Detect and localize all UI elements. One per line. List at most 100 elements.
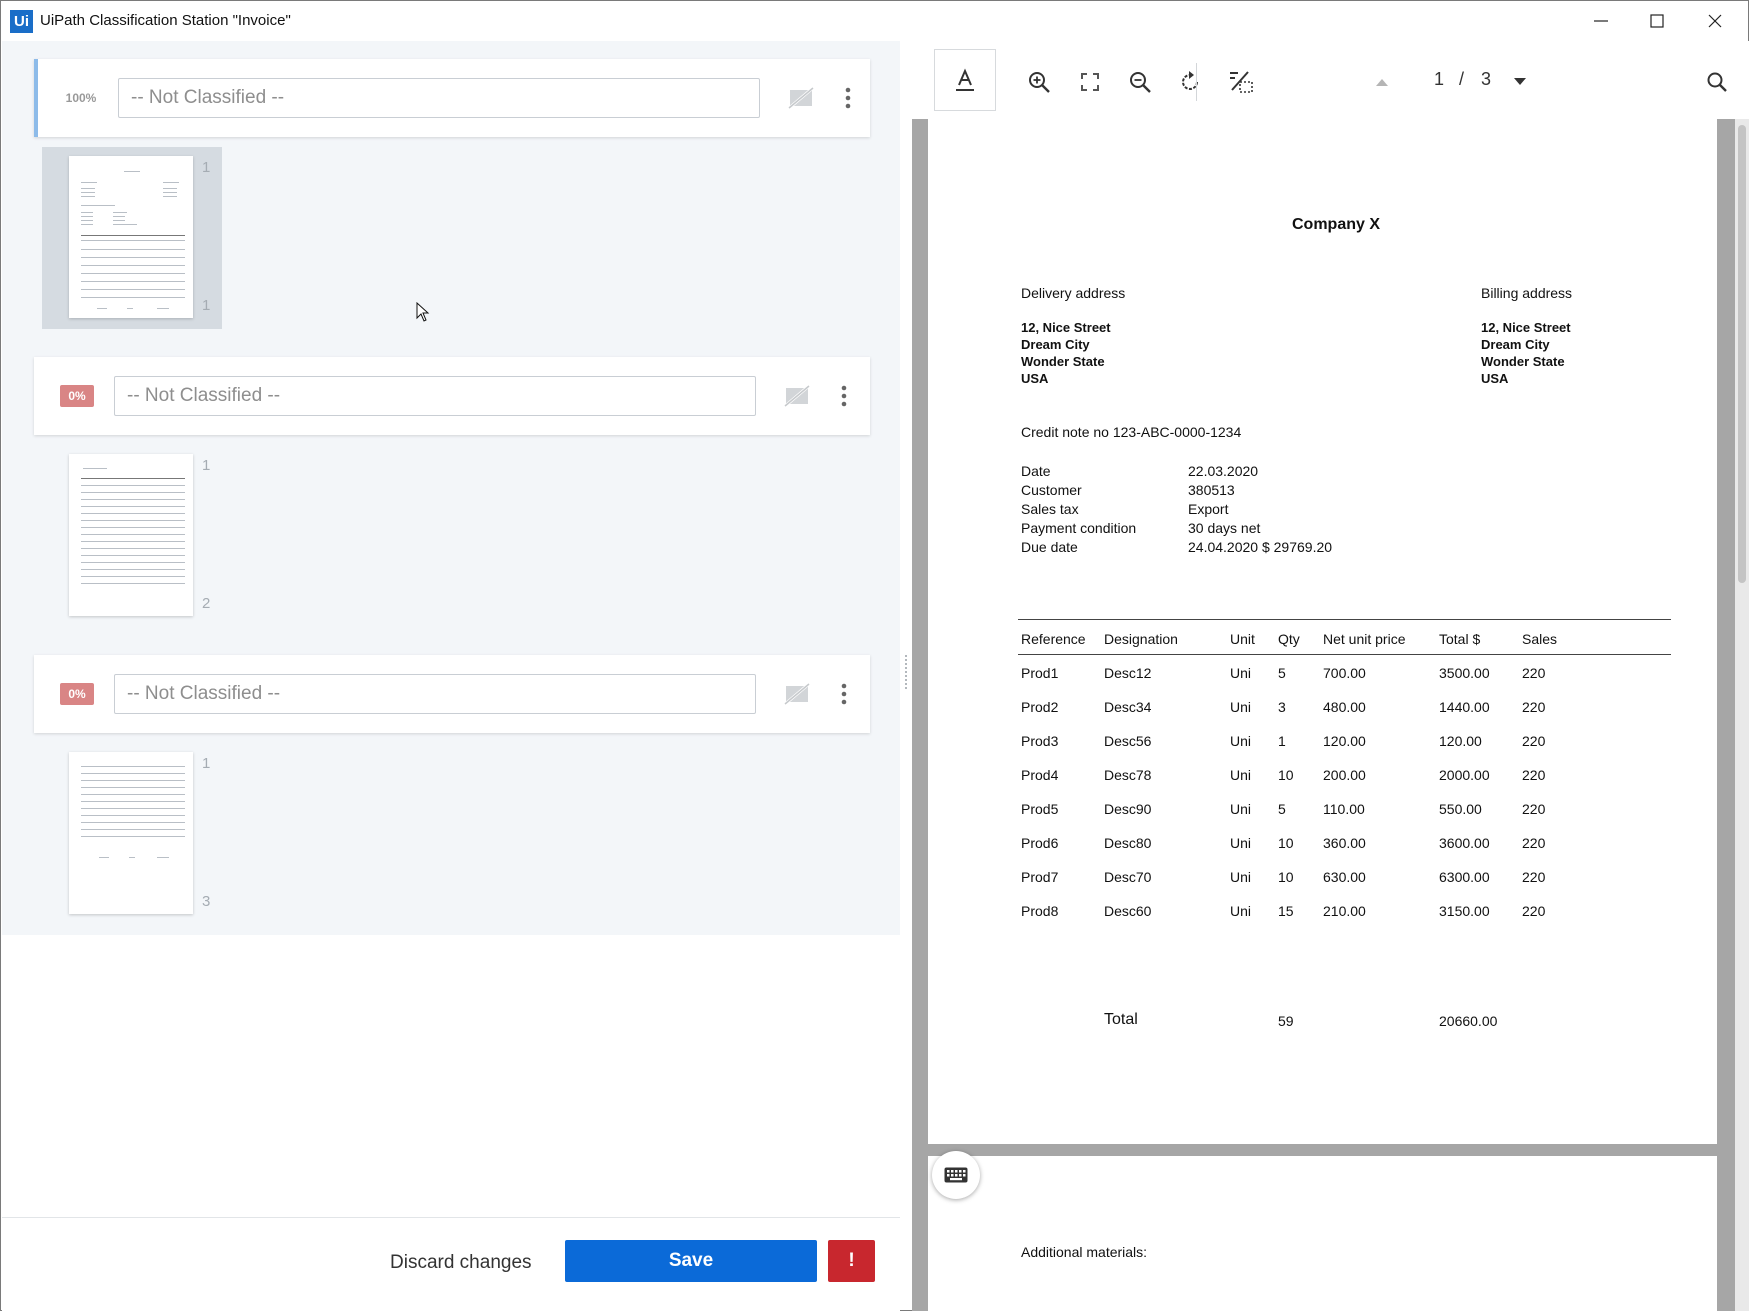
minimize-icon [1594, 20, 1608, 22]
table-rule [1018, 619, 1671, 620]
current-page[interactable]: 1 [1434, 69, 1444, 90]
table-cell: 210.00 [1323, 903, 1366, 919]
next-page-button[interactable] [1500, 62, 1540, 102]
detail-label: Date [1021, 463, 1051, 479]
action-footer: Discard changes Save ! [2, 1217, 900, 1311]
table-cell: Uni [1230, 733, 1252, 749]
scrollbar-thumb[interactable] [1738, 125, 1746, 583]
company-name: Company X [1292, 216, 1381, 233]
region-select-icon [1230, 71, 1253, 93]
close-button[interactable] [1692, 7, 1738, 35]
more-options-button[interactable] [838, 84, 858, 112]
table-cell: 220 [1522, 665, 1546, 681]
table-header: Net unit price [1323, 631, 1406, 647]
total-label: Total [1104, 1011, 1138, 1028]
table-cell: Prod4 [1021, 767, 1059, 783]
zoom-in-button[interactable] [1019, 62, 1059, 102]
table-header: Sales [1522, 631, 1558, 647]
close-icon [1708, 14, 1722, 28]
table-cell: Uni [1230, 869, 1252, 885]
table-cell: 15 [1278, 903, 1294, 919]
page-thumbnail-container[interactable]: 1 2 [42, 445, 222, 627]
table-header: Designation [1104, 631, 1178, 647]
viewer-toolbar: 1 / 3 [912, 41, 1749, 119]
table-cell: 110.00 [1323, 801, 1365, 817]
table-cell: Uni [1230, 903, 1252, 919]
fit-page-button[interactable] [1070, 62, 1110, 102]
more-options-button[interactable] [834, 382, 854, 410]
delivery-address-line: 12, Nice Street [1021, 320, 1111, 335]
table-cell: Desc34 [1104, 699, 1152, 715]
maximize-button[interactable] [1634, 7, 1680, 35]
additional-materials-text: Additional materials: [1021, 1244, 1148, 1260]
discard-changes-button[interactable]: Discard changes [390, 1252, 532, 1274]
more-options-button[interactable] [834, 680, 854, 708]
page-number: 3 [202, 893, 211, 910]
table-cell: 220 [1522, 699, 1546, 715]
table-cell: 220 [1522, 869, 1546, 885]
table-cell: 10 [1278, 869, 1294, 885]
classification-panel: 100% -- Not Classified -- 1 1 0% -- Not … [2, 41, 900, 1311]
table-cell: 3500.00 [1439, 665, 1490, 681]
confidence-badge: 0% [60, 385, 94, 407]
page-index: 1 [202, 159, 211, 176]
pane-splitter[interactable] [903, 653, 909, 697]
detail-label: Due date [1021, 539, 1078, 555]
minimize-button[interactable] [1578, 7, 1624, 35]
page-thumbnail[interactable] [69, 752, 193, 914]
detail-value: 30 days net [1188, 520, 1261, 536]
rotate-button[interactable] [1170, 62, 1210, 102]
table-header: Total $ [1439, 631, 1481, 647]
document-group: 0% -- Not Classified -- [2, 339, 900, 637]
document-page: Additional materials: [928, 1156, 1717, 1311]
table-cell: Desc70 [1104, 869, 1152, 885]
table-cell: 3 [1278, 699, 1286, 715]
region-select-button[interactable] [1221, 62, 1261, 102]
total-quantity: 59 [1278, 1013, 1294, 1029]
document-type-select[interactable]: -- Not Classified -- [114, 376, 756, 416]
keyboard-shortcuts-button[interactable] [932, 1151, 980, 1199]
more-vert-icon [841, 385, 847, 407]
window-title: UiPath Classification Station "Invoice" [40, 12, 291, 29]
maximize-icon [1650, 14, 1664, 28]
billing-address-line: USA [1481, 371, 1509, 386]
page-separator: / [1459, 69, 1465, 89]
table-cell: 3150.00 [1439, 903, 1490, 919]
table-cell: Desc60 [1104, 903, 1152, 919]
table-cell: Prod3 [1021, 733, 1059, 749]
table-cell: 2000.00 [1439, 767, 1490, 783]
previous-page-button[interactable] [1362, 62, 1402, 102]
billing-address-label: Billing address [1481, 285, 1573, 301]
text-select-tool[interactable] [934, 49, 996, 111]
exclude-button[interactable] [786, 85, 816, 111]
title-bar[interactable]: Ui UiPath Classification Station "Invoic… [1, 1, 1748, 41]
classification-station-window: Ui UiPath Classification Station "Invoic… [0, 0, 1749, 1311]
exclude-button[interactable] [782, 681, 812, 707]
table-cell: Prod5 [1021, 801, 1059, 817]
zoom-out-button[interactable] [1120, 62, 1160, 102]
document-type-select[interactable]: -- Not Classified -- [118, 78, 760, 118]
table-cell: Desc12 [1104, 665, 1152, 681]
table-cell: Desc80 [1104, 835, 1152, 851]
table-cell: Prod8 [1021, 903, 1059, 919]
page-thumbnail-container[interactable]: 1 1 [42, 147, 222, 329]
table-cell: 120.00 [1439, 733, 1482, 749]
page-number: 2 [202, 595, 211, 612]
page-thumbnail[interactable] [69, 454, 193, 616]
save-button[interactable]: Save [565, 1240, 817, 1282]
validation-alert-button[interactable]: ! [828, 1240, 875, 1282]
table-cell: 550.00 [1439, 801, 1482, 817]
page-thumbnail-container[interactable]: 1 3 [42, 743, 222, 925]
table-cell: 700.00 [1323, 665, 1366, 681]
table-cell: 220 [1522, 801, 1546, 817]
page-thumbnail[interactable] [69, 156, 193, 318]
document-canvas[interactable]: Company X Delivery address Billing addre… [912, 119, 1749, 1311]
table-cell: Desc90 [1104, 801, 1152, 817]
table-cell: Uni [1230, 801, 1252, 817]
exclude-button[interactable] [782, 383, 812, 409]
viewer-scrollbar[interactable] [1735, 119, 1749, 1311]
search-button[interactable] [1697, 62, 1737, 102]
zoom-in-icon [1029, 72, 1050, 93]
document-type-select[interactable]: -- Not Classified -- [114, 674, 756, 714]
detail-label: Sales tax [1021, 501, 1079, 517]
